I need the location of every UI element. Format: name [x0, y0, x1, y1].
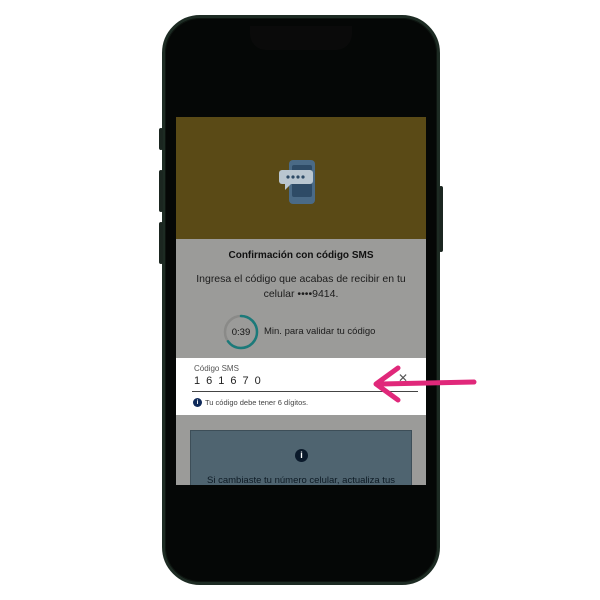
countdown-timer-label: Min. para validar tu código	[264, 326, 376, 337]
sms-message-icon	[279, 160, 315, 204]
info-card-text: Si cambiaste tu número celular, actualiz…	[207, 475, 395, 485]
sms-code-hint: Tu código debe tener 6 dígitos.	[205, 398, 309, 407]
phone-side-button-left-1	[159, 128, 163, 150]
phone-side-button-left-3	[159, 222, 163, 264]
sms-code-input[interactable]: 161670	[194, 375, 267, 387]
arrow-left-icon	[373, 365, 477, 403]
phone-notch	[250, 26, 352, 50]
phone-side-button-right	[439, 186, 443, 252]
countdown-timer-value: 0:39	[231, 326, 251, 338]
app-screen: Confirmación con código SMS Ingresa el c…	[176, 117, 426, 485]
phone-side-button-left-2	[159, 170, 163, 212]
info-icon: i	[295, 449, 308, 462]
instruction-text: Ingresa el código que acabas de recibir …	[196, 273, 406, 300]
header-banner	[176, 117, 426, 239]
sms-code-label: Código SMS	[194, 364, 239, 373]
info-icon: i	[193, 398, 202, 407]
info-card: i Si cambiaste tu número celular, actual…	[190, 430, 412, 485]
page-title: Confirmación con código SMS	[228, 250, 374, 261]
